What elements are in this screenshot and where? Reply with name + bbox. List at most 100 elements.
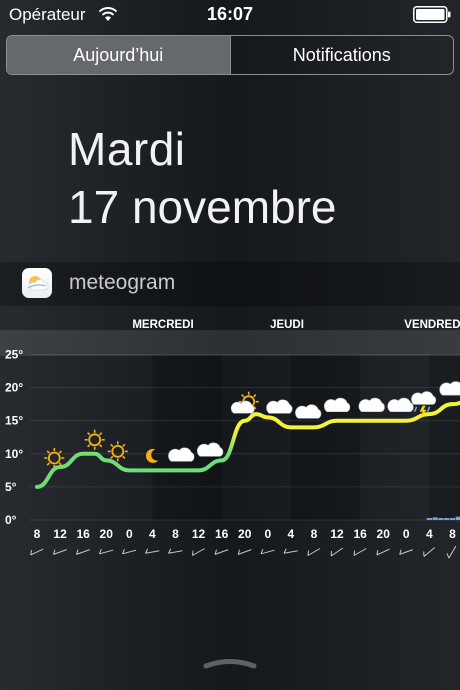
cloud-shape (439, 381, 460, 396)
precip-bar (455, 516, 460, 520)
today-notifications-segmented-control: Aujourd’hui Notifications (6, 35, 454, 75)
sun-ray (99, 444, 103, 448)
precip-bar (432, 517, 438, 520)
wind-arrow-icon (307, 548, 321, 556)
cloud-icon (387, 397, 414, 412)
wind-arrow-icon (214, 549, 229, 555)
wind-arrow-icon (122, 548, 137, 555)
x-tick-label: 12 (53, 527, 67, 541)
y-tick-label: 20° (5, 381, 23, 395)
sun-ray (122, 443, 126, 448)
sun-icon (44, 448, 65, 469)
x-tick-label: 0 (403, 527, 410, 541)
sun-ray (110, 455, 114, 460)
sun-ray (87, 432, 91, 436)
widget-app-name[interactable]: meteogram (69, 271, 175, 295)
x-tick-label: 4 (426, 527, 433, 541)
cloud-icon (358, 397, 385, 412)
rain-drop (426, 406, 431, 413)
sun-disc (88, 433, 102, 447)
precip-bar (449, 518, 456, 520)
x-tick-label: 20 (238, 527, 252, 541)
precip-bar (438, 518, 444, 520)
day-label: MERCREDI (132, 319, 193, 331)
tab-notifications[interactable]: Notifications (229, 36, 454, 74)
night-band (290, 354, 361, 520)
x-tick-label: 4 (149, 527, 156, 541)
sun-cloud-icon (230, 391, 259, 414)
night-band (152, 354, 222, 520)
sun-cloud-app-icon (22, 268, 52, 298)
y-tick-label: 10° (5, 447, 23, 461)
x-tick-label: 20 (377, 527, 391, 541)
sun-ray (122, 455, 126, 460)
grabber-handle[interactable] (203, 656, 257, 670)
x-tick-label: 16 (76, 527, 90, 541)
wind-arrow-icon (168, 548, 183, 554)
cloud-shape (230, 400, 255, 414)
sun-ray (46, 462, 50, 466)
wind-arrow-icon (76, 549, 90, 555)
x-tick-label: 20 (100, 527, 114, 541)
x-tick-label: 12 (330, 527, 344, 541)
battery-icon (413, 6, 451, 23)
x-tick-label: 12 (192, 527, 206, 541)
wind-arrow-icon (330, 547, 344, 557)
y-tick-label: 5° (5, 480, 17, 494)
meteogram-chart[interactable]: MERCREDI JEUDI VENDREDI 25° 20° 15° 10° 5° 0° 8 12… (0, 306, 460, 566)
precip-bar (444, 518, 450, 520)
sun-ray (58, 450, 62, 454)
x-tick-label: 16 (215, 527, 229, 541)
cloud-shape (266, 399, 293, 414)
wind-arrow-icon (192, 548, 205, 556)
sun-ray (99, 432, 103, 436)
wind-arrow-icon (376, 548, 390, 556)
wind-arrow-icon (446, 545, 457, 559)
day-header-bar (0, 330, 460, 356)
y-tick-label: 0° (5, 513, 17, 527)
sun-ray (110, 443, 114, 448)
wind-arrow-icon (30, 548, 44, 556)
wind-arrow-icon (353, 548, 367, 556)
cloud-shape (387, 397, 414, 412)
tab-today[interactable]: Aujourd’hui (7, 36, 230, 74)
x-tick-label: 0 (264, 527, 271, 541)
x-tick-label: 16 (353, 527, 367, 541)
sun-ray (58, 462, 62, 466)
sun-disc (111, 444, 125, 458)
y-tick-label: 25° (5, 348, 23, 362)
x-tick-label: 8 (311, 527, 318, 541)
sun-ray (46, 450, 50, 454)
sun-ray (241, 394, 245, 398)
cloud-icon (266, 399, 293, 414)
rain-drop (413, 406, 418, 413)
wind-arrow-icon (283, 548, 298, 554)
y-tick-label: 15° (5, 414, 23, 428)
night-band (429, 354, 460, 520)
cloud-shape (358, 397, 385, 412)
wind-arrow-icon (399, 549, 414, 555)
clock: 16:07 (206, 4, 254, 24)
x-tick-label: 8 (449, 527, 456, 541)
x-tick-label: 0 (126, 527, 133, 541)
day-label: JEUDI (270, 319, 304, 331)
cloud-icon (439, 381, 460, 396)
x-tick-label: 4 (288, 527, 295, 541)
wind-arrow-icon (260, 548, 275, 555)
wind-arrow-icon (237, 549, 252, 555)
sun-icon (107, 441, 128, 462)
x-tick-label: 8 (34, 527, 41, 541)
date-day-month: 17 novembre (68, 181, 337, 233)
status-bar: Opérateur 16:07 (0, 0, 460, 30)
x-tick-label: 8 (172, 527, 179, 541)
precip-bar (426, 518, 432, 520)
sun-icon (84, 429, 105, 450)
wind-arrow-icon (423, 547, 436, 557)
wind-arrow-icon (145, 548, 160, 554)
sun-ray (253, 394, 257, 398)
sun-ray (87, 444, 91, 448)
date-weekday: Mardi (68, 123, 186, 175)
wind-arrow-icon (99, 548, 114, 555)
wind-arrow-icon (53, 549, 67, 555)
day-label: VENDREDI (404, 319, 460, 331)
